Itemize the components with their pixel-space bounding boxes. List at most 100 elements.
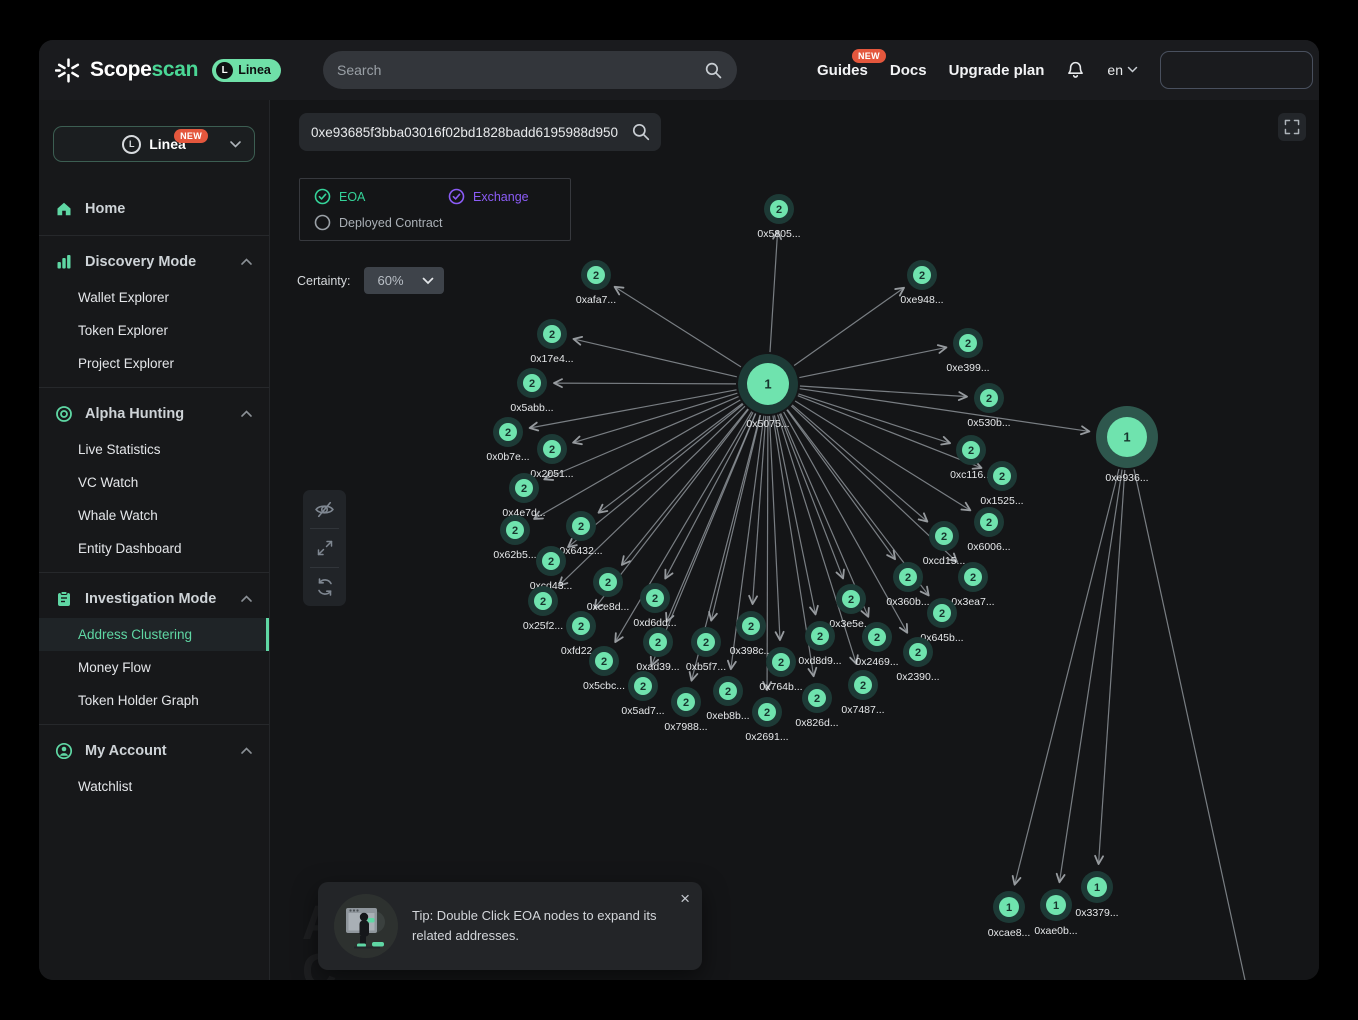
target-icon bbox=[55, 405, 73, 423]
chain-badge[interactable]: L Linea bbox=[212, 59, 281, 82]
graph-node[interactable]: 20x5abb... bbox=[510, 368, 553, 414]
clipboard-icon bbox=[55, 590, 73, 608]
graph-node-badge: 2 bbox=[764, 707, 770, 719]
graph-node[interactable]: 20x360b... bbox=[886, 562, 929, 608]
graph-node[interactable]: 2 0x6006... bbox=[967, 507, 1010, 553]
graph-node[interactable]: 20x17e4... bbox=[530, 319, 573, 365]
graph-node[interactable]: 20xd6dd... bbox=[633, 583, 676, 629]
legend-deployed-contract[interactable]: Deployed Contract bbox=[314, 214, 443, 231]
address-input[interactable] bbox=[311, 125, 631, 140]
sidebar-item-project-explorer[interactable]: Project Explorer bbox=[39, 347, 269, 380]
graph-node-badge: 2 bbox=[939, 608, 945, 620]
legend-eoa[interactable]: EOA bbox=[314, 188, 448, 205]
close-icon[interactable]: × bbox=[680, 890, 690, 907]
sidebar-item-live-statistics[interactable]: Live Statistics bbox=[39, 433, 269, 466]
graph-node[interactable]: 20x3e5e... bbox=[829, 584, 872, 630]
graph-node[interactable]: 2 0x6432... bbox=[559, 511, 602, 557]
certainty-dropdown[interactable]: 60% bbox=[364, 267, 444, 294]
graph-node-label: 0x764b... bbox=[759, 681, 802, 693]
graph-node-label: 0x6432... bbox=[559, 545, 602, 557]
graph-node[interactable]: 20x25f2... bbox=[523, 586, 563, 632]
guides-link[interactable]: Guides NEW bbox=[817, 62, 868, 79]
graph-node-badge: 2 bbox=[548, 556, 554, 568]
graph-node[interactable]: 20xe399... bbox=[946, 328, 989, 374]
notification-bell-icon[interactable] bbox=[1066, 60, 1085, 80]
address-search-box[interactable] bbox=[299, 113, 661, 151]
graph-node[interactable]: 20x530b... bbox=[967, 383, 1010, 429]
graph-node[interactable]: 20xe948... bbox=[900, 260, 943, 306]
graph-node-badge: 2 bbox=[986, 517, 992, 529]
sidebar-item-wallet-explorer[interactable]: Wallet Explorer bbox=[39, 281, 269, 314]
graph-node-label: 0x2469... bbox=[855, 656, 898, 668]
hide-labels-button[interactable] bbox=[303, 490, 346, 528]
graph-node[interactable]: 10x3379... bbox=[1075, 871, 1118, 919]
graph-node[interactable]: 10xe936... bbox=[1096, 406, 1158, 484]
sidebar-item-home[interactable]: Home bbox=[39, 190, 269, 228]
graph-node[interactable]: 20xafa7... bbox=[576, 260, 616, 306]
graph-edge bbox=[770, 231, 778, 352]
graph-node[interactable]: 20xad39... bbox=[636, 627, 679, 673]
legend-exchange[interactable]: Exchange bbox=[448, 188, 529, 205]
sidebar-section-discovery-mode[interactable]: Discovery Mode bbox=[39, 243, 269, 281]
graph-node[interactable]: 20xb5f7... bbox=[686, 627, 726, 673]
sidebar-item-address-clustering[interactable]: Address Clustering bbox=[39, 618, 269, 651]
graph-node-label: 0xce8d... bbox=[587, 601, 630, 613]
graph-node[interactable]: 20x1525... bbox=[980, 461, 1023, 507]
graph-node[interactable]: 20x5805... bbox=[757, 194, 800, 240]
graph-node-badge: 2 bbox=[578, 521, 584, 533]
network-selector[interactable]: L Linea NEW bbox=[53, 126, 255, 162]
sidebar-section-my-account[interactable]: My Account bbox=[39, 732, 269, 770]
graph-edge bbox=[667, 413, 756, 621]
graph-node-label: 0x62b5... bbox=[493, 549, 536, 561]
graph-node-label: 0xafa7... bbox=[576, 294, 616, 306]
search-input[interactable] bbox=[337, 62, 704, 78]
graph-edge bbox=[1059, 470, 1122, 883]
sidebar-item-watchlist[interactable]: Watchlist bbox=[39, 770, 269, 803]
cluster-canvas[interactable]: 10x5075...10xe936...20x5805...20xafa7...… bbox=[270, 100, 1319, 980]
sidebar-item-token-holder-graph[interactable]: Token Holder Graph bbox=[39, 684, 269, 717]
fullscreen-button[interactable] bbox=[1278, 113, 1306, 141]
refresh-button[interactable] bbox=[303, 568, 346, 606]
graph-node[interactable]: 10x5075... bbox=[738, 354, 798, 430]
graph-node[interactable]: 20x7487... bbox=[841, 670, 884, 716]
brand-logo[interactable]: Scopescan L Linea bbox=[55, 57, 281, 84]
sidebar-item-vc-watch[interactable]: VC Watch bbox=[39, 466, 269, 499]
chevron-down-icon bbox=[229, 140, 242, 149]
graph-edge bbox=[573, 393, 737, 442]
graph-toolbar bbox=[303, 490, 346, 606]
graph-node[interactable]: 10xae0b... bbox=[1034, 889, 1077, 937]
graph-node-label: 0x6006... bbox=[967, 541, 1010, 553]
graph-edge bbox=[787, 410, 895, 559]
graph-node[interactable]: 20x2691... bbox=[745, 697, 788, 743]
graph-node-badge: 2 bbox=[605, 577, 611, 589]
sidebar-item-token-explorer[interactable]: Token Explorer bbox=[39, 314, 269, 347]
sidebar-item-whale-watch[interactable]: Whale Watch bbox=[39, 499, 269, 532]
sidebar-item-money-flow[interactable]: Money Flow bbox=[39, 651, 269, 684]
sidebar-divider bbox=[39, 724, 269, 725]
account-button[interactable] bbox=[1160, 51, 1313, 89]
graph-node-badge: 2 bbox=[540, 596, 546, 608]
sidebar-section-investigation-mode[interactable]: Investigation Mode bbox=[39, 580, 269, 618]
graph-node-badge: 2 bbox=[919, 270, 925, 282]
graph-node[interactable]: 20x398c... bbox=[730, 611, 773, 657]
global-search[interactable] bbox=[323, 51, 737, 89]
sidebar-item-entity-dashboard[interactable]: Entity Dashboard bbox=[39, 532, 269, 565]
bar-chart-icon bbox=[55, 253, 73, 271]
upgrade-plan-link[interactable]: Upgrade plan bbox=[949, 62, 1045, 79]
graph-node[interactable]: 20xeb8b... bbox=[706, 676, 749, 722]
graph-node[interactable]: 20x62b5... bbox=[493, 515, 536, 561]
graph-edge bbox=[554, 383, 736, 384]
graph-node[interactable]: 20x5ad7... bbox=[621, 671, 664, 717]
graph-node[interactable]: 20x3ea7... bbox=[951, 562, 994, 608]
fit-view-button[interactable] bbox=[303, 529, 346, 567]
graph-node[interactable]: 20x2051... bbox=[530, 434, 573, 480]
graph-node[interactable]: 2 0xce8d... bbox=[587, 567, 630, 613]
graph-node[interactable]: 20x0b7e... bbox=[486, 417, 529, 463]
sidebar-section-alpha-hunting[interactable]: Alpha Hunting bbox=[39, 395, 269, 433]
docs-link[interactable]: Docs bbox=[890, 62, 927, 79]
language-selector[interactable]: en bbox=[1107, 62, 1138, 78]
graph-node[interactable]: 10xcae8... bbox=[988, 891, 1031, 939]
graph-node[interactable]: 20x7988... bbox=[664, 687, 707, 733]
graph-edge bbox=[1134, 469, 1245, 980]
graph-node[interactable]: 20xcd15... bbox=[923, 521, 966, 567]
